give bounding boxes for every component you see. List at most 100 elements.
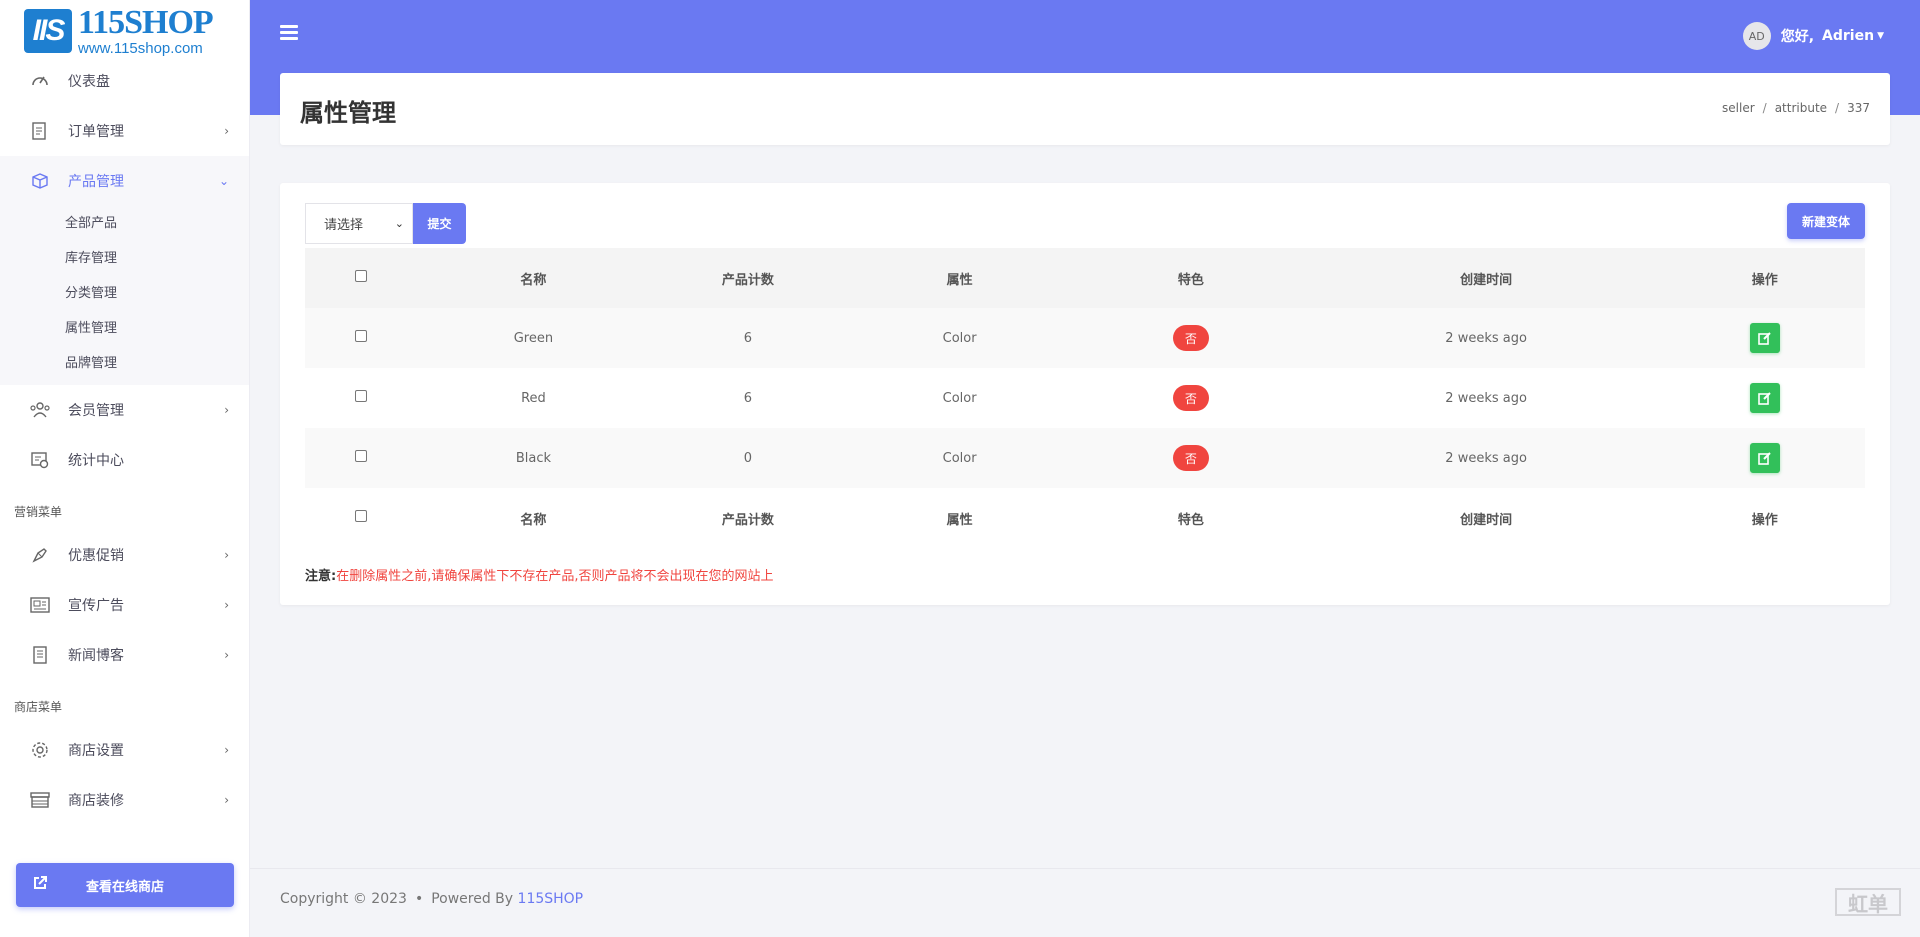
cell-attribute: Color bbox=[942, 330, 977, 346]
settings-icon bbox=[28, 739, 52, 761]
sidebar-item-promotions[interactable]: 优惠促销 › bbox=[0, 530, 249, 580]
chevron-right-icon: › bbox=[224, 403, 229, 417]
members-icon bbox=[28, 399, 52, 421]
cell-name: Black bbox=[515, 450, 552, 466]
sidebar-item-label: 仪表盘 bbox=[68, 74, 110, 90]
chevron-right-icon: › bbox=[224, 548, 229, 562]
cell-created: 2 weeks ago bbox=[1445, 330, 1527, 346]
cell-name: Green bbox=[513, 330, 554, 346]
sidebar-item-dashboard[interactable]: 仪表盘 bbox=[0, 56, 249, 106]
user-menu[interactable]: AD 您好, Adrien ▼ bbox=[1742, 22, 1884, 50]
news-icon bbox=[28, 644, 52, 666]
logo[interactable]: IIS 115SHOP www.115shop.com bbox=[0, 0, 249, 56]
featured-badge[interactable]: 否 bbox=[1172, 385, 1209, 411]
chevron-right-icon: › bbox=[224, 743, 229, 757]
logo-sub-text: www.115shop.com bbox=[78, 40, 203, 57]
sidebar-menu: 仪表盘 订单管理 › 产品管理 ⌄ bbox=[0, 56, 249, 206]
chevron-down-icon: ⌄ bbox=[218, 174, 229, 188]
column-header: 产品计数 bbox=[721, 512, 774, 528]
column-header: 特色 bbox=[1177, 512, 1204, 528]
footer-brand-link[interactable]: 115SHOP bbox=[518, 891, 584, 907]
row-checkbox[interactable] bbox=[354, 390, 367, 402]
footer-dot: • bbox=[414, 891, 424, 907]
edit-button[interactable] bbox=[1749, 323, 1780, 353]
table-row: Black 0 Color 否 2 weeks ago bbox=[305, 428, 1865, 488]
featured-badge[interactable]: 否 bbox=[1172, 325, 1209, 351]
table-row: Green 6 Color 否 2 weeks ago bbox=[305, 308, 1865, 368]
ads-icon bbox=[28, 594, 52, 616]
sidebar-item-label: 宣传广告 bbox=[68, 598, 124, 614]
sidebar-item-label: 会员管理 bbox=[68, 403, 124, 419]
cell-name: Red bbox=[521, 390, 546, 406]
breadcrumb: seller / attribute/337 bbox=[1722, 101, 1870, 115]
chevron-right-icon: › bbox=[224, 598, 229, 612]
page-header: 属性管理 seller / attribute/337 bbox=[280, 73, 1890, 145]
sidebar-item-label: 优惠促销 bbox=[68, 548, 124, 564]
username: Adrien bbox=[1822, 28, 1875, 44]
sidebar-item-statistics[interactable]: 统计中心 bbox=[0, 435, 249, 485]
breadcrumb-item[interactable]: attribute bbox=[1775, 101, 1827, 115]
chevron-down-icon: ⌄ bbox=[394, 217, 404, 230]
footer-divider bbox=[250, 868, 1920, 869]
submenu-item-categories[interactable]: 分类管理 bbox=[0, 276, 249, 311]
chevron-right-icon: › bbox=[224, 124, 229, 138]
submenu-item-brands[interactable]: 品牌管理 bbox=[0, 346, 249, 381]
table-footer-row: 名称 产品计数 属性 特色 创建时间 操作 bbox=[305, 488, 1865, 548]
external-link-icon bbox=[32, 875, 48, 895]
statistics-icon bbox=[28, 449, 52, 471]
sidebar-item-shop-decoration[interactable]: 商店装修 › bbox=[0, 775, 249, 825]
column-header: 创建时间 bbox=[1460, 272, 1513, 288]
breadcrumb-item[interactable]: seller bbox=[1722, 101, 1755, 115]
cell-attribute: Color bbox=[942, 450, 977, 466]
select-all-checkbox[interactable] bbox=[354, 510, 367, 522]
submenu-item-all-products[interactable]: 全部产品 bbox=[0, 206, 249, 241]
edit-button[interactable] bbox=[1749, 443, 1780, 473]
products-icon bbox=[28, 170, 52, 192]
column-header: 操作 bbox=[1751, 512, 1778, 528]
column-header: 名称 bbox=[520, 512, 547, 528]
store-icon bbox=[28, 789, 52, 811]
select-all-checkbox[interactable] bbox=[354, 270, 367, 282]
column-header: 特色 bbox=[1177, 272, 1204, 288]
powered-by: Powered By bbox=[431, 891, 514, 907]
breadcrumb-item: 337 bbox=[1847, 101, 1870, 115]
sidebar-item-orders[interactable]: 订单管理 › bbox=[0, 106, 249, 156]
row-checkbox[interactable] bbox=[354, 450, 367, 462]
bulk-action-select[interactable]: 请选择 ⌄ bbox=[305, 203, 413, 244]
table-header-row: 名称 产品计数 属性 特色 创建时间 操作 bbox=[305, 248, 1865, 308]
sidebar-item-label: 新闻博客 bbox=[68, 648, 124, 664]
edit-icon bbox=[1757, 392, 1771, 405]
note-text: 在删除属性之前,请确保属性下不存在产品,否则产品将不会出现在您的网站上 bbox=[336, 569, 774, 584]
delete-warning-note: 注意:在删除属性之前,请确保属性下不存在产品,否则产品将不会出现在您的网站上 bbox=[305, 565, 773, 584]
sidebar-item-news[interactable]: 新闻博客 › bbox=[0, 630, 249, 680]
column-header: 属性 bbox=[946, 512, 973, 528]
cell-count: 0 bbox=[743, 450, 753, 466]
sidebar-item-products[interactable]: 产品管理 ⌄ bbox=[0, 156, 249, 206]
sidebar-item-label: 商店装修 bbox=[68, 793, 124, 809]
sidebar-item-ads[interactable]: 宣传广告 › bbox=[0, 580, 249, 630]
edit-button[interactable] bbox=[1749, 383, 1780, 413]
featured-badge[interactable]: 否 bbox=[1172, 445, 1209, 471]
section-title-marketing: 营销菜单 bbox=[14, 505, 63, 519]
page-title: 属性管理 bbox=[300, 99, 396, 127]
cell-count: 6 bbox=[743, 330, 753, 346]
watermark-logo: 虹单 bbox=[1835, 888, 1901, 916]
sidebar-item-members[interactable]: 会员管理 › bbox=[0, 385, 249, 435]
column-header: 属性 bbox=[946, 272, 973, 288]
hamburger-menu-icon[interactable] bbox=[280, 25, 298, 41]
sidebar-item-shop-settings[interactable]: 商店设置 › bbox=[0, 725, 249, 775]
sidebar-item-label: 产品管理 bbox=[68, 174, 124, 190]
row-checkbox[interactable] bbox=[354, 330, 367, 342]
new-variant-button[interactable]: 新建变体 bbox=[1787, 203, 1865, 239]
bulk-action-toolbar: 请选择 ⌄ 提交 bbox=[305, 203, 466, 244]
submenu-item-attributes[interactable]: 属性管理 bbox=[0, 311, 249, 346]
sidebar-item-label: 订单管理 bbox=[68, 124, 124, 140]
cell-attribute: Color bbox=[942, 390, 977, 406]
products-submenu: 全部产品 库存管理 分类管理 属性管理 品牌管理 bbox=[0, 206, 249, 385]
chevron-right-icon: › bbox=[224, 793, 229, 807]
submit-button[interactable]: 提交 bbox=[413, 203, 466, 244]
submenu-item-inventory[interactable]: 库存管理 bbox=[0, 241, 249, 276]
view-online-shop-button[interactable]: 查看在线商店 bbox=[16, 863, 234, 907]
caret-down-icon: ▼ bbox=[1877, 31, 1884, 41]
promotion-icon bbox=[28, 544, 52, 566]
